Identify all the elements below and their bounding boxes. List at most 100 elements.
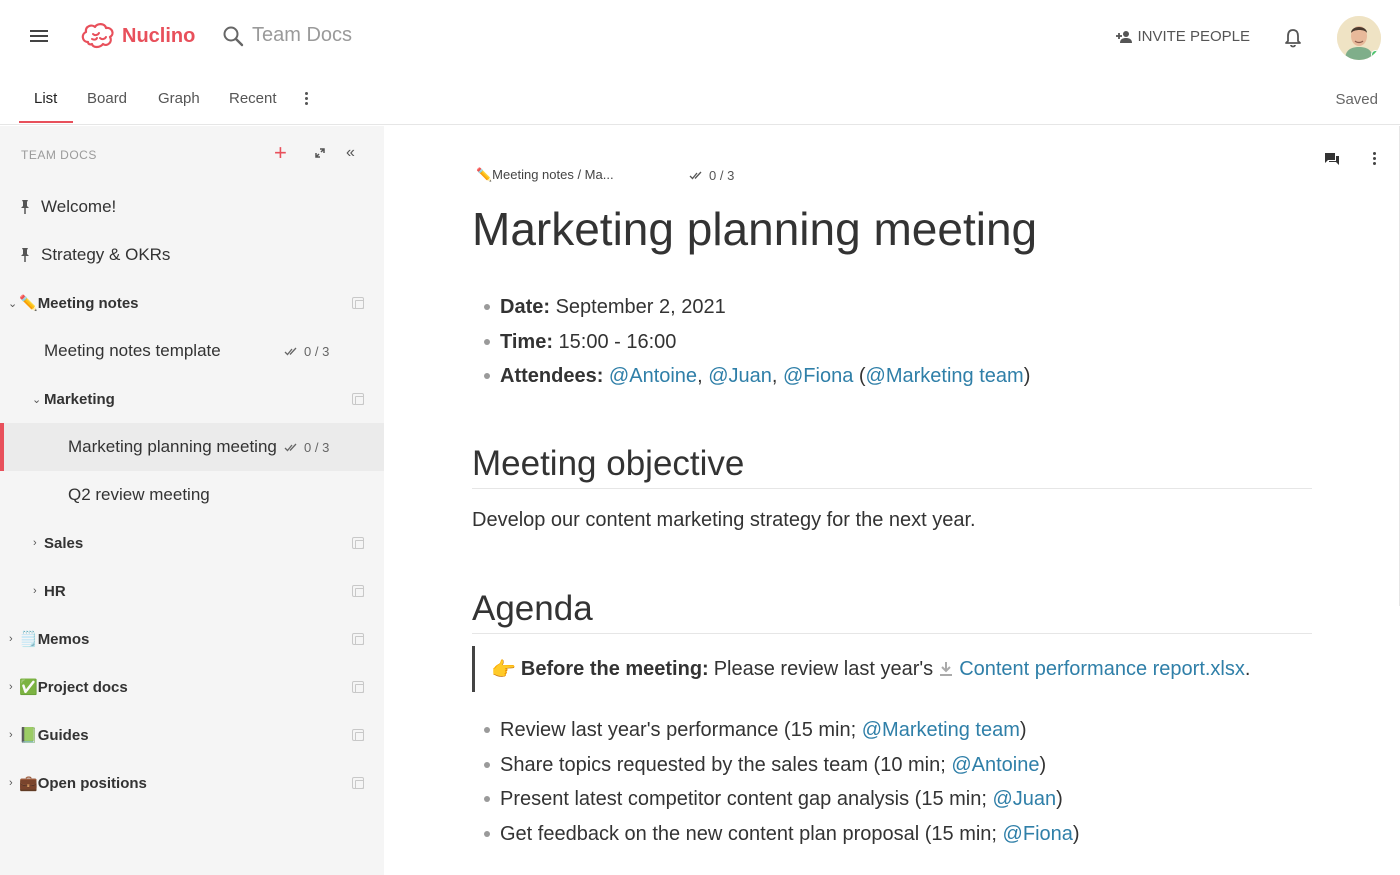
save-status: Saved <box>1335 91 1378 108</box>
user-avatar[interactable] <box>1337 16 1381 60</box>
copy-icon[interactable] <box>352 393 364 405</box>
sidebar-item-label: Marketing planning meeting <box>68 437 277 456</box>
chevron-right-icon[interactable]: › <box>9 681 13 693</box>
chevron-right-icon[interactable]: › <box>33 585 37 597</box>
list-item: Attendees: @Antoine, @Juan, @Fiona (@Mar… <box>482 359 1030 394</box>
comments-icon[interactable] <box>1324 152 1340 171</box>
copy-icon[interactable] <box>352 537 364 549</box>
sidebar-item-marketing[interactable]: ⌄ Marketing <box>0 375 384 423</box>
sidebar-header: TEAM DOCS <box>21 148 97 162</box>
brand-name: Nuclino <box>122 24 196 47</box>
page-title[interactable]: Marketing planning meeting <box>472 202 1037 256</box>
mention-link[interactable]: @Fiona <box>1003 823 1073 845</box>
notepad-emoji-icon: 🗒️ <box>19 631 38 648</box>
attendees-label: Attendees: <box>500 365 604 387</box>
chevron-right-icon[interactable]: › <box>9 777 13 789</box>
sidebar-item-text: Open positions <box>37 775 147 792</box>
sidebar-item-text: Project docs <box>37 679 128 696</box>
sidebar-item-hr[interactable]: › HR <box>0 567 384 615</box>
check-emoji-icon: ✅ <box>19 679 38 696</box>
mention-link[interactable]: @Marketing team <box>866 365 1024 387</box>
sidebar-item-guides[interactable]: › 📗Guides <box>0 711 384 759</box>
list-item: Review last year's performance (15 min; … <box>482 713 1080 748</box>
mention-link[interactable]: @Juan <box>708 365 772 387</box>
date-label: Date: <box>500 296 551 318</box>
mention-link[interactable]: @Antoine <box>951 754 1039 776</box>
add-person-icon <box>1116 30 1133 43</box>
chevron-right-icon[interactable]: › <box>9 633 13 645</box>
attachment-link[interactable]: Content performance report.xlsx <box>939 658 1245 681</box>
tab-list[interactable]: List <box>34 90 57 107</box>
more-tabs-icon[interactable] <box>305 92 311 107</box>
sidebar-item-q2-review[interactable]: Q2 review meeting <box>0 471 384 519</box>
chevron-right-icon[interactable]: › <box>9 729 13 741</box>
list-item: Date: September 2, 2021 <box>482 290 1030 325</box>
sidebar-item-label: HR <box>44 582 66 600</box>
collapse-sidebar-icon[interactable]: « <box>346 144 355 162</box>
search-button[interactable]: Team Docs <box>222 24 352 47</box>
menu-icon[interactable] <box>30 30 48 44</box>
invite-label: INVITE PEOPLE <box>1137 28 1250 45</box>
copy-icon[interactable] <box>352 633 364 645</box>
sidebar-item-marketing-planning-meeting[interactable]: Marketing planning meeting 0 / 3 <box>0 423 384 471</box>
document-area: ✏️Meeting notes / Ma... 0 / 3 Marketing … <box>384 126 1400 875</box>
sidebar-item-text: Memos <box>37 631 90 648</box>
top-bar: Nuclino Team Docs INVITE PEOPLE <box>0 0 1400 75</box>
sidebar-item-label: Meeting notes template <box>44 341 221 360</box>
copy-icon[interactable] <box>352 297 364 309</box>
add-item-icon[interactable]: + <box>274 142 287 164</box>
agenda-list: Review last year's performance (15 min; … <box>482 713 1080 851</box>
section-heading: Agenda <box>472 589 593 628</box>
chevron-right-icon[interactable]: › <box>33 537 37 549</box>
tab-graph[interactable]: Graph <box>158 90 200 107</box>
sidebar-item-welcome[interactable]: Welcome! <box>0 183 384 231</box>
time-label: Time: <box>500 330 553 353</box>
sidebar-item-meeting-notes[interactable]: ⌄ ✏️Meeting notes <box>0 279 384 327</box>
sidebar-item-open-positions[interactable]: › 💼Open positions <box>0 759 384 807</box>
bell-icon <box>1285 29 1301 48</box>
sidebar-item-text: Guides <box>37 727 89 744</box>
copy-icon[interactable] <box>352 777 364 789</box>
view-tabs: List Board Graph Recent <box>0 75 1400 125</box>
sidebar-item-label: Q2 review meeting <box>68 485 210 504</box>
tab-board[interactable]: Board <box>87 90 127 107</box>
document-checklist-progress: 0 / 3 <box>689 168 734 183</box>
sidebar-item-project-docs[interactable]: › ✅Project docs <box>0 663 384 711</box>
date-value: September 2, 2021 <box>550 296 726 318</box>
copy-icon[interactable] <box>352 729 364 741</box>
chevron-down-icon[interactable]: ⌄ <box>32 393 41 406</box>
download-icon <box>940 662 953 676</box>
agenda-text: Review last year's performance (15 min; <box>500 719 862 741</box>
more-options-icon[interactable] <box>1373 152 1376 167</box>
double-check-icon <box>284 443 297 451</box>
sidebar-item-sales[interactable]: › Sales <box>0 519 384 567</box>
mention-link[interactable]: @Juan <box>992 788 1056 810</box>
checklist-progress: 0 / 3 <box>284 440 329 455</box>
invite-people-button[interactable]: INVITE PEOPLE <box>1115 28 1250 45</box>
tab-recent[interactable]: Recent <box>229 90 277 107</box>
breadcrumb[interactable]: ✏️Meeting notes / Ma... <box>476 167 614 183</box>
notifications-button[interactable] <box>1284 28 1302 53</box>
sidebar-item-label: Welcome! <box>41 197 117 216</box>
mention-link[interactable]: @Fiona <box>783 365 853 387</box>
copy-icon[interactable] <box>352 585 364 597</box>
expand-icon[interactable] <box>314 146 326 164</box>
online-status-dot <box>1371 50 1380 59</box>
chevron-down-icon[interactable]: ⌄ <box>8 297 17 310</box>
search-label: Team Docs <box>252 24 353 46</box>
book-emoji-icon: 📗 <box>19 727 38 744</box>
divider <box>472 633 1312 634</box>
copy-icon[interactable] <box>352 681 364 693</box>
sidebar-item-label: 🗒️Memos <box>19 630 89 648</box>
pin-icon <box>21 248 29 262</box>
pointing-hand-emoji-icon: 👉 <box>491 658 516 681</box>
agenda-text: Present latest competitor content gap an… <box>500 788 993 810</box>
progress-text: 0 / 3 <box>304 439 330 455</box>
logo[interactable]: Nuclino <box>80 22 195 50</box>
sidebar-item-strategy[interactable]: Strategy & OKRs <box>0 231 384 279</box>
sidebar-item-meeting-notes-template[interactable]: Meeting notes template 0 / 3 <box>0 327 384 375</box>
mention-link[interactable]: @Marketing team <box>862 719 1020 741</box>
meeting-details-list: Date: September 2, 2021 Time: 15:00 - 16… <box>482 290 1030 394</box>
sidebar-item-memos[interactable]: › 🗒️Memos <box>0 615 384 663</box>
mention-link[interactable]: @Antoine <box>609 365 697 387</box>
